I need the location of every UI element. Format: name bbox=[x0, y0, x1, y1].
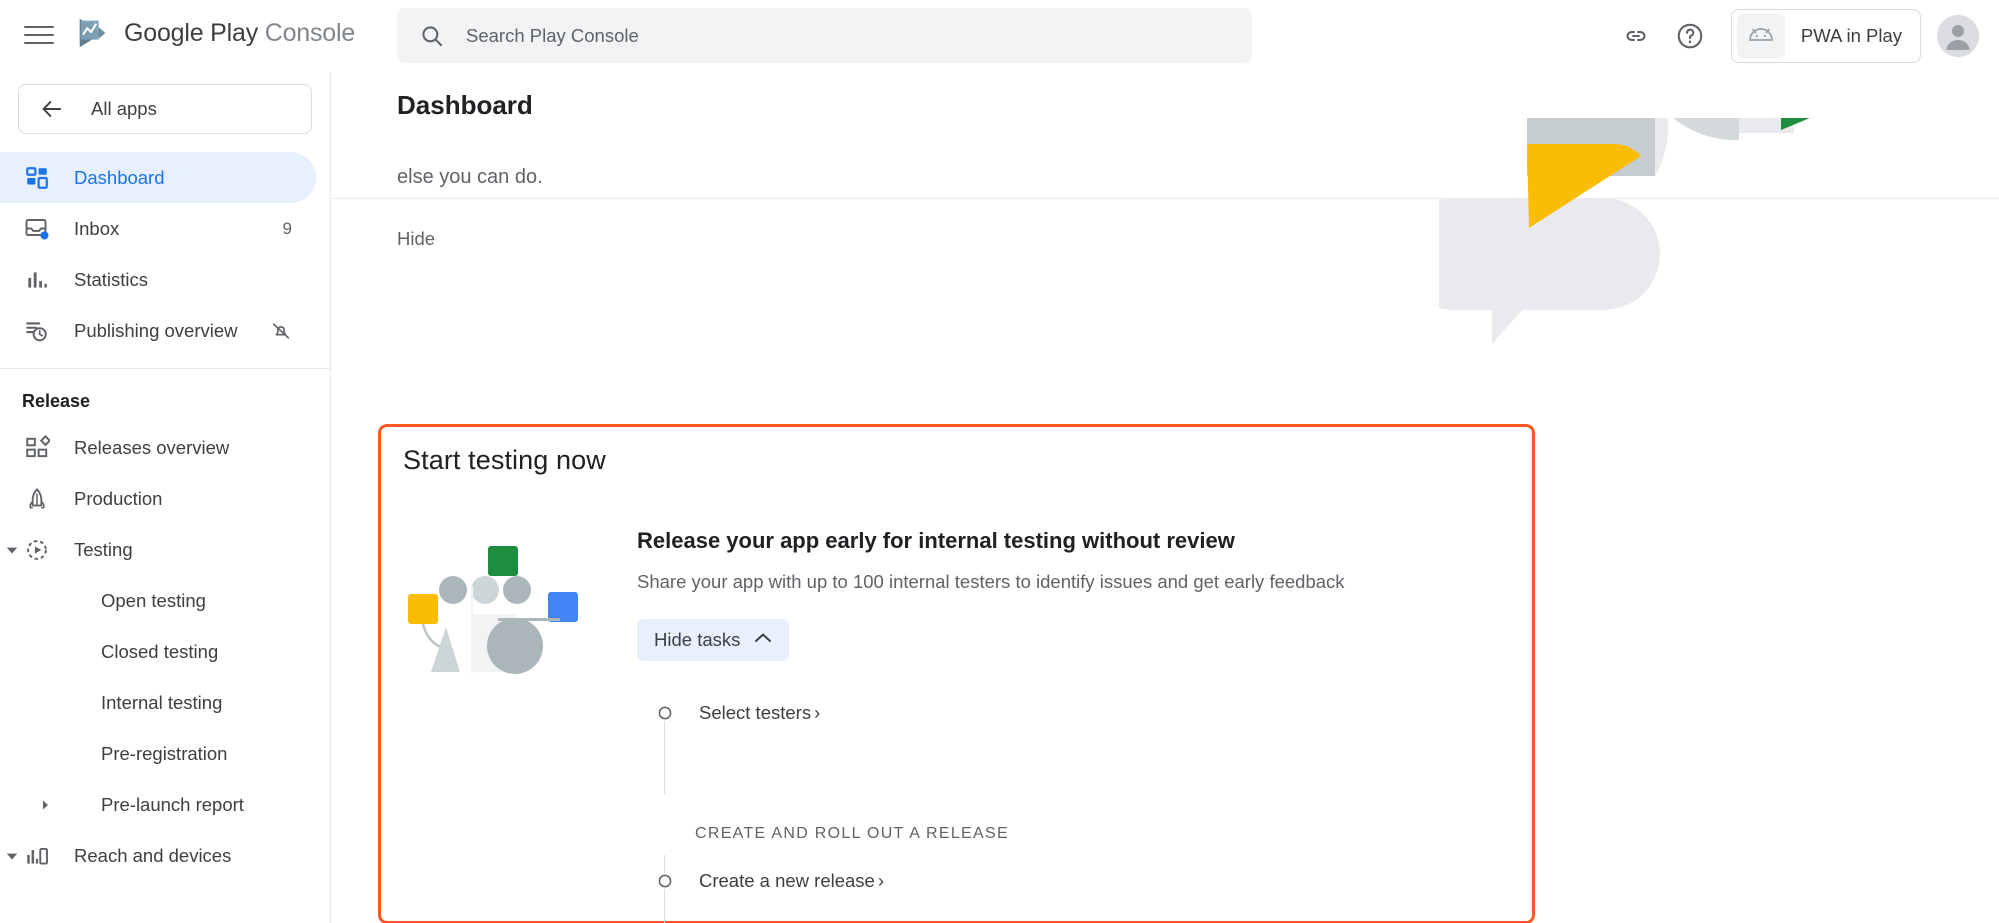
task-text: Select testers bbox=[699, 702, 811, 723]
chevron-up-icon bbox=[754, 631, 772, 649]
sidebar-item-publishing-overview-label: Publishing overview bbox=[74, 320, 238, 342]
sidebar-item-statistics[interactable]: Statistics bbox=[0, 254, 316, 305]
sidebar-item-publishing-overview[interactable]: Publishing overview bbox=[0, 305, 316, 356]
task-label-select-testers[interactable]: Select testers› bbox=[699, 702, 820, 724]
brand-secondary: Console bbox=[265, 19, 355, 47]
brand-primary: Google Play bbox=[124, 19, 258, 47]
google-play-console-logo-icon bbox=[74, 14, 112, 52]
caret-down-icon[interactable] bbox=[3, 849, 21, 863]
hide-tasks-button[interactable]: Hide tasks bbox=[637, 619, 789, 661]
hero-banner: else you can do. Hide bbox=[331, 118, 1999, 383]
sidebar-item-pre-registration[interactable]: Pre-registration bbox=[0, 728, 316, 779]
sidebar-item-internal-testing[interactable]: Internal testing bbox=[0, 677, 316, 728]
page-title: Dashboard bbox=[397, 90, 549, 121]
hero-hide-link[interactable]: Hide bbox=[397, 228, 435, 250]
top-app-bar: Google Play Console Search Play Console bbox=[0, 0, 1999, 72]
inbox-unread-count: 9 bbox=[283, 219, 292, 239]
chevron-right-icon: › bbox=[878, 870, 884, 891]
all-apps-button[interactable]: All apps bbox=[18, 84, 312, 134]
main-content: Dashboard else you can do. Hide Start te… bbox=[331, 72, 1999, 923]
notifications-off-icon[interactable] bbox=[270, 320, 292, 342]
sidebar-item-testing[interactable]: Testing bbox=[0, 524, 316, 575]
sidebar-item-reach-and-devices-label: Reach and devices bbox=[74, 845, 231, 867]
releases-overview-icon bbox=[22, 435, 52, 461]
inbox-icon bbox=[22, 216, 52, 242]
task-spacer bbox=[651, 739, 1532, 795]
start-testing-card: Start testing now bbox=[378, 424, 1535, 923]
sidebar-item-closed-testing[interactable]: Closed testing bbox=[0, 626, 316, 677]
task-spacer bbox=[651, 907, 1532, 923]
hamburger-menu-icon[interactable] bbox=[24, 22, 54, 48]
caret-down-icon[interactable] bbox=[3, 543, 21, 557]
circle-outline-icon bbox=[651, 705, 679, 721]
task-label-create-new-release[interactable]: Create a new release› bbox=[699, 870, 884, 892]
task-row[interactable]: Create a new release› bbox=[651, 855, 1532, 907]
task-list: Select testers› CREATE AND ROLL OUT A RE… bbox=[637, 687, 1532, 923]
card-heading: Release your app early for internal test… bbox=[637, 528, 1532, 554]
all-apps-label: All apps bbox=[91, 98, 157, 120]
sidebar-item-pre-launch-report[interactable]: Pre-launch report bbox=[0, 779, 316, 830]
sidebar-item-inbox-label: Inbox bbox=[74, 218, 119, 240]
help-circle-icon[interactable] bbox=[1663, 9, 1717, 63]
sidebar-item-inbox-trailing: 9 bbox=[283, 219, 292, 239]
task-row[interactable]: Select testers› bbox=[651, 687, 1532, 739]
search-icon bbox=[419, 23, 445, 49]
reach-devices-icon bbox=[22, 843, 52, 869]
sidebar-item-pre-launch-report-label: Pre-launch report bbox=[101, 794, 244, 816]
app-chip-label: PWA in Play bbox=[1801, 25, 1902, 47]
hero-tail-text: else you can do. bbox=[397, 166, 543, 189]
chevron-right-icon: › bbox=[814, 702, 820, 723]
topbar-actions: PWA in Play bbox=[1609, 0, 1979, 72]
brand-title: Google Play Console bbox=[124, 19, 355, 48]
sidebar-item-releases-overview-label: Releases overview bbox=[74, 437, 229, 459]
sidebar-item-production[interactable]: Production bbox=[0, 473, 316, 524]
search-input[interactable]: Search Play Console bbox=[397, 8, 1252, 63]
sidebar-item-dashboard[interactable]: Dashboard bbox=[0, 152, 316, 203]
sidebar-item-pre-registration-label: Pre-registration bbox=[101, 743, 227, 765]
app-selector-chip[interactable]: PWA in Play bbox=[1731, 9, 1921, 63]
sidebar-item-inbox[interactable]: Inbox 9 bbox=[0, 203, 316, 254]
sidebar-item-testing-label: Testing bbox=[74, 539, 133, 561]
brand-logo-and-title[interactable]: Google Play Console bbox=[74, 14, 355, 52]
sidebar-item-closed-testing-label: Closed testing bbox=[101, 641, 218, 663]
dashboard-icon bbox=[22, 165, 52, 191]
arrow-left-icon bbox=[39, 96, 65, 122]
card-subtitle: Share your app with up to 100 internal t… bbox=[637, 571, 1532, 593]
card-illustration bbox=[403, 528, 593, 923]
bar-chart-icon bbox=[22, 267, 52, 293]
link-icon[interactable] bbox=[1609, 9, 1663, 63]
search-placeholder: Search Play Console bbox=[466, 25, 639, 47]
sidebar-item-internal-testing-label: Internal testing bbox=[101, 692, 222, 714]
card-content: Release your app early for internal test… bbox=[593, 528, 1532, 923]
card-body: Release your app early for internal test… bbox=[381, 476, 1532, 923]
sidebar-navigation: All apps Dashboard Inbox 9 bbox=[0, 72, 331, 923]
hide-tasks-label: Hide tasks bbox=[654, 629, 740, 651]
sidebar-section-release: Release bbox=[0, 369, 330, 422]
task-text: Create a new release bbox=[699, 870, 875, 891]
publishing-overview-icon bbox=[22, 318, 52, 344]
sidebar-item-open-testing[interactable]: Open testing bbox=[0, 575, 316, 626]
android-icon bbox=[1737, 14, 1785, 58]
caret-right-icon[interactable] bbox=[36, 799, 54, 811]
account-avatar[interactable] bbox=[1937, 15, 1979, 57]
sidebar-item-dashboard-label: Dashboard bbox=[74, 167, 165, 189]
hero-decorative-illustration bbox=[1439, 118, 1869, 343]
task-section-label: CREATE AND ROLL OUT A RELEASE bbox=[651, 795, 1532, 855]
card-title: Start testing now bbox=[381, 427, 1532, 476]
production-rocket-icon bbox=[22, 486, 52, 512]
sidebar-item-releases-overview[interactable]: Releases overview bbox=[0, 422, 316, 473]
sidebar-item-production-label: Production bbox=[74, 488, 162, 510]
circle-outline-icon bbox=[651, 873, 679, 889]
sidebar-item-open-testing-label: Open testing bbox=[101, 590, 206, 612]
sidebar-item-reach-and-devices[interactable]: Reach and devices bbox=[0, 830, 316, 881]
testing-icon bbox=[22, 537, 52, 563]
sidebar-item-statistics-label: Statistics bbox=[74, 269, 148, 291]
